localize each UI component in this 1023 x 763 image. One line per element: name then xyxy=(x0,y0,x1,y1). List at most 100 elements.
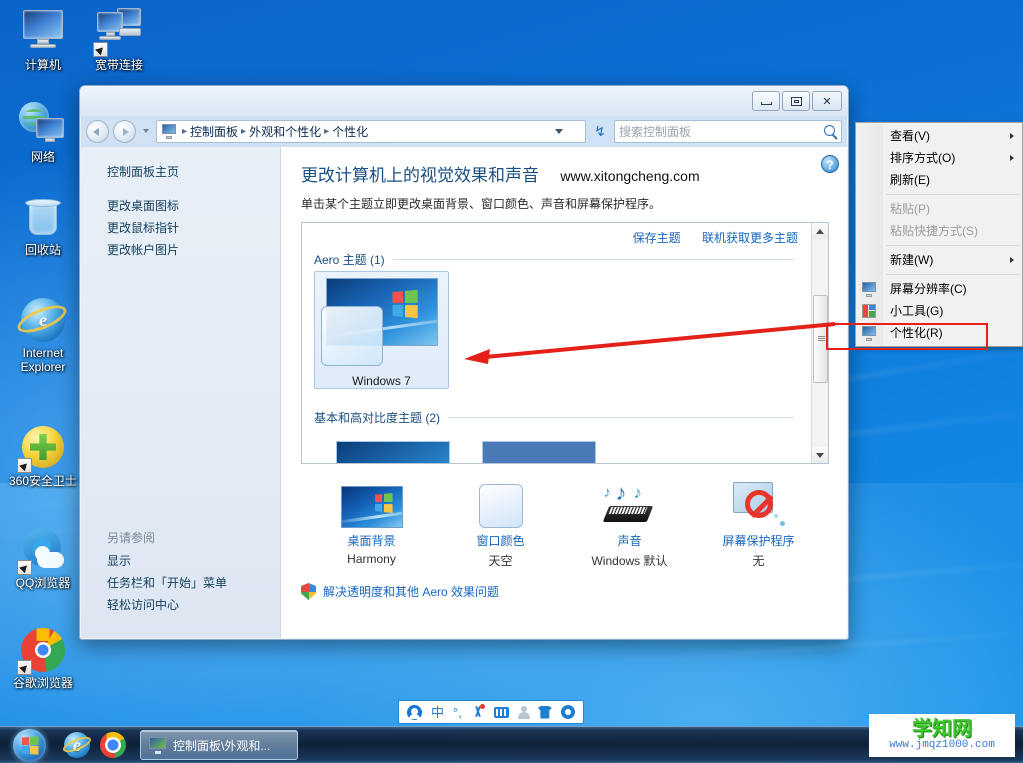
theme-tile-basic-1[interactable] xyxy=(336,441,450,463)
desktop-icon-google-chrome[interactable]: 谷歌浏览器 xyxy=(4,626,82,690)
theme-tile-basic-2[interactable] xyxy=(482,441,596,463)
breadcrumb-separator: ▸ xyxy=(241,125,247,137)
shortcut-overlay-icon xyxy=(93,42,108,57)
watermark-title: 学知网 xyxy=(912,718,972,740)
nav-link-change-mouse-pointers[interactable]: 更改鼠标指针 xyxy=(107,217,280,239)
taskbar-window-label: 控制面板\外观和... xyxy=(173,738,271,753)
get-more-themes-online-link[interactable]: 联机获取更多主题 xyxy=(702,231,798,245)
context-menu-item-refresh[interactable]: 刷新(E) xyxy=(856,169,1022,191)
chevron-down-icon[interactable] xyxy=(555,128,563,134)
theme-tile-windows7[interactable]: Windows 7 xyxy=(314,271,449,389)
setting-label[interactable]: 桌面背景 xyxy=(307,532,436,549)
desktop-context-menu[interactable]: 查看(V) 排序方式(O) 刷新(E) 粘贴(P) 粘贴快捷方式(S) 新建(W… xyxy=(855,122,1023,347)
context-menu-item-sort-by[interactable]: 排序方式(O) xyxy=(856,147,1022,169)
context-menu-item-screen-resolution[interactable]: 屏幕分辨率(C) xyxy=(856,278,1022,300)
help-icon[interactable]: ? xyxy=(821,155,839,173)
refresh-icon[interactable]: ↯ xyxy=(590,120,610,143)
context-menu-label: 个性化(R) xyxy=(890,326,943,340)
desktop-icon-360-safeguard[interactable]: 360安全卫士 xyxy=(4,424,82,488)
theme-section-basic: 基本和高对比度主题 (2) xyxy=(314,409,794,426)
recycle-bin-icon xyxy=(19,193,67,241)
gadgets-icon xyxy=(861,303,877,319)
context-menu-label: 屏幕分辨率(C) xyxy=(890,282,967,296)
setting-desktop-background[interactable]: 桌面背景 Harmony xyxy=(307,478,436,569)
window-titlebar[interactable]: ✕ xyxy=(80,86,848,116)
content-pane: ? 更改计算机上的视觉效果和声音 www.xitongcheng.com 单击某… xyxy=(281,147,847,638)
maximize-button[interactable] xyxy=(782,91,810,111)
setting-value: 无 xyxy=(752,554,765,568)
nav-link-control-panel-home[interactable]: 控制面板主页 xyxy=(107,161,280,183)
nav-link-change-account-picture[interactable]: 更改帐户图片 xyxy=(107,239,280,261)
context-menu-item-gadgets[interactable]: 小工具(G) xyxy=(856,300,1022,322)
desktop-icon-broadband[interactable]: 宽带连接 xyxy=(80,8,158,72)
search-input[interactable]: 搜索控制面板 xyxy=(614,119,842,143)
scroll-down-button[interactable] xyxy=(812,447,828,463)
setting-label[interactable]: 窗口颜色 xyxy=(436,532,565,549)
scroll-up-button[interactable] xyxy=(812,223,828,239)
minimize-button[interactable] xyxy=(752,91,780,111)
desktop-icon-label: QQ浏览器 xyxy=(15,576,71,590)
desktop[interactable]: 计算机 宽带连接 网络 回收站 e Internet Explorer 360安… xyxy=(0,0,1023,763)
windows-logo-icon xyxy=(21,735,38,755)
navigation-pane[interactable]: 控制面板主页 更改桌面图标 更改鼠标指针 更改帐户图片 另请参阅 显示 任务栏和… xyxy=(81,147,281,638)
theme-list-scrollbar[interactable] xyxy=(811,223,828,463)
save-theme-link[interactable]: 保存主题 xyxy=(633,231,681,245)
chevron-right-icon xyxy=(1010,155,1014,161)
recent-pages-dropdown-icon[interactable] xyxy=(140,120,152,143)
see-also-link-display[interactable]: 显示 xyxy=(107,550,227,572)
internet-explorer-icon xyxy=(14,296,70,344)
shortcut-overlay-icon xyxy=(17,458,32,473)
image-watermark: 学知网 www.jmqz1000.com xyxy=(869,714,1015,757)
setting-window-color[interactable]: 窗口颜色 天空 xyxy=(436,478,565,569)
breadcrumb[interactable]: ▸ 控制面板 ▸ 外观和个性化 ▸ 个性化 xyxy=(156,119,586,143)
context-menu-item-view[interactable]: 查看(V) xyxy=(856,125,1022,147)
network-icon xyxy=(19,100,67,148)
context-menu-label: 小工具(G) xyxy=(890,304,944,318)
address-bar[interactable]: ▸ 控制面板 ▸ 外观和个性化 ▸ 个性化 ↯ 搜索控制面板 xyxy=(80,116,848,146)
settings-gear-icon[interactable] xyxy=(560,705,575,719)
desktop-icon-label: Internet Explorer xyxy=(20,346,66,374)
shield-icon xyxy=(301,583,316,600)
desktop-icon-computer[interactable]: 计算机 xyxy=(4,8,82,72)
taskbar-icon-internet-explorer[interactable] xyxy=(60,730,94,761)
taskbar-icon-google-chrome[interactable] xyxy=(96,730,130,761)
setting-label[interactable]: 屏幕保护程序 xyxy=(694,532,823,549)
nav-link-change-desktop-icons[interactable]: 更改桌面图标 xyxy=(107,195,280,217)
theme-name: Windows 7 xyxy=(352,374,411,388)
start-button[interactable] xyxy=(4,728,54,763)
theme-settings-row: 桌面背景 Harmony 窗口颜色 天空 ♪ ♪ ♪ 声音 Windows 默认… xyxy=(301,478,829,569)
see-also-link-ease-of-access[interactable]: 轻松访问中心 xyxy=(107,594,227,616)
desktop-icon-qq-browser[interactable]: QQ浏览器 xyxy=(4,526,82,590)
aero-link-label: 解决透明度和其他 Aero 效果问题 xyxy=(323,585,500,599)
breadcrumb-item-appearance[interactable]: 外观和个性化 xyxy=(249,123,321,140)
theme-list[interactable]: 保存主题 联机获取更多主题 Aero 主题 (1) Windows 7 基本和高… xyxy=(301,222,829,464)
desktop-icon-network[interactable]: 网络 xyxy=(4,100,82,164)
skin-icon[interactable] xyxy=(537,705,552,719)
ime-toolbar[interactable]: 中 °, xyxy=(398,700,584,724)
qq-ime-logo-icon[interactable] xyxy=(407,704,422,720)
breadcrumb-item-control-panel[interactable]: 控制面板 xyxy=(190,123,238,140)
desktop-icon-recycle-bin[interactable]: 回收站 xyxy=(4,193,82,257)
back-button[interactable] xyxy=(86,119,109,143)
close-button[interactable]: ✕ xyxy=(812,91,842,111)
taskbar-window-button-control-panel[interactable]: 控制面板\外观和... xyxy=(140,730,298,760)
chinese-mode-icon[interactable]: 中 xyxy=(431,706,444,719)
context-menu-item-new[interactable]: 新建(W) xyxy=(856,249,1022,271)
context-menu-separator xyxy=(886,194,1020,195)
setting-label[interactable]: 声音 xyxy=(565,532,694,549)
wallpaper-icon xyxy=(307,478,436,528)
breadcrumb-item-personalization[interactable]: 个性化 xyxy=(332,123,368,140)
setting-sound[interactable]: ♪ ♪ ♪ 声音 Windows 默认 xyxy=(565,478,694,569)
punctuation-icon[interactable]: °, xyxy=(453,706,462,719)
aero-troubleshoot-link[interactable]: 解决透明度和其他 Aero 效果问题 xyxy=(301,583,829,600)
user-icon[interactable] xyxy=(517,705,530,719)
scrollbar-thumb[interactable] xyxy=(813,295,828,383)
see-also-link-taskbar-start-menu[interactable]: 任务栏和「开始」菜单 xyxy=(107,572,227,594)
context-menu-item-personalize[interactable]: 个性化(R) xyxy=(856,322,1022,344)
control-panel-window[interactable]: ✕ ▸ 控制面板 ▸ 外观和个性化 ▸ 个性化 ↯ 搜索控制面板 控制面板主页 … xyxy=(79,85,849,640)
setting-screensaver[interactable]: 屏幕保护程序 无 xyxy=(694,478,823,569)
desktop-icon-internet-explorer[interactable]: Internet Explorer xyxy=(4,296,82,374)
forward-button[interactable] xyxy=(113,119,136,143)
soft-keyboard-icon[interactable] xyxy=(493,706,509,718)
screenshot-scissors-icon[interactable] xyxy=(471,704,485,719)
